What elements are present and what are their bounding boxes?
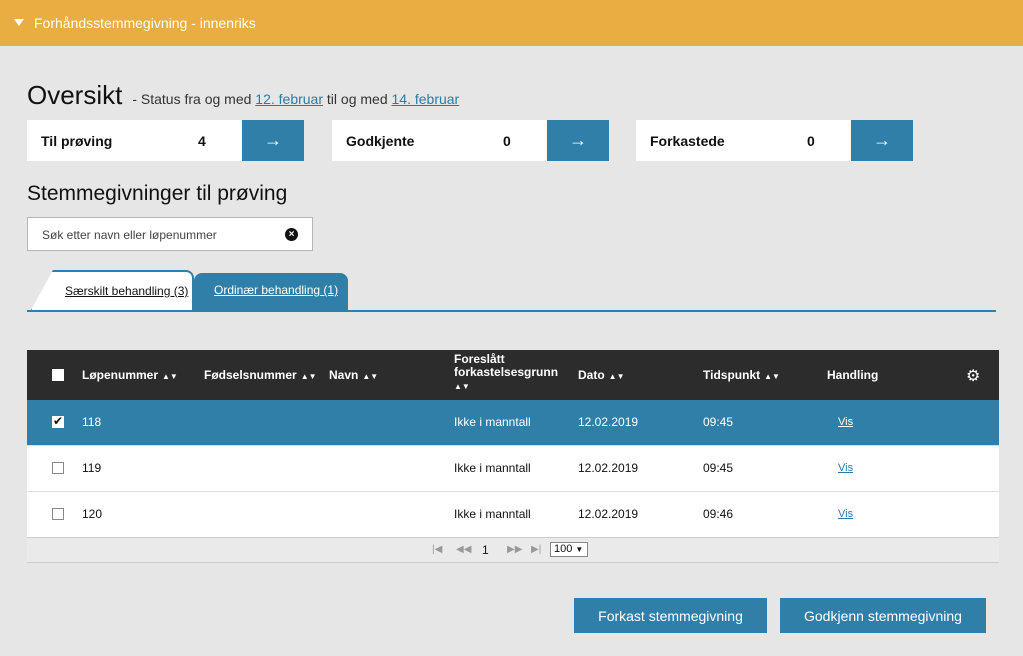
page-number[interactable]: 1: [482, 543, 489, 557]
overview-title-row: Oversikt - Status fra og med 12. februar…: [27, 80, 459, 111]
sort-icon: ▲▼: [608, 372, 625, 381]
col-navn[interactable]: Navn ▲▼: [329, 368, 378, 382]
arrow-right-icon[interactable]: →: [242, 120, 304, 161]
cell-dato: 12.02.2019: [578, 461, 639, 475]
date-from-link[interactable]: 12. februar: [255, 91, 323, 107]
section-header-title: Forhåndsstemmegivning - innenriks: [34, 15, 256, 31]
row-checkbox[interactable]: [52, 414, 64, 428]
page-title: Oversikt: [27, 80, 123, 110]
approve-button[interactable]: Godkjenn stemmegivning: [780, 598, 986, 633]
vis-link[interactable]: Vis: [838, 462, 853, 474]
vis-link[interactable]: Vis: [838, 416, 853, 428]
arrow-right-icon[interactable]: →: [547, 120, 609, 161]
select-all-checkbox[interactable]: [52, 369, 64, 381]
last-page-icon[interactable]: ▶|: [531, 544, 541, 555]
vis-link[interactable]: Vis: [838, 508, 853, 520]
card-count: 4: [198, 132, 206, 149]
sort-icon: ▲▼: [454, 382, 470, 391]
card-godkjente: Godkjente 0 →: [332, 120, 609, 161]
row-checkbox[interactable]: [52, 462, 64, 474]
cell-grunn: Ikke i manntall: [454, 507, 531, 521]
sort-icon: ▲▼: [162, 372, 178, 381]
section-title: Stemmegivninger til prøving: [27, 182, 288, 205]
first-page-icon[interactable]: |◀: [432, 544, 442, 555]
cell-lopenummer: 119: [82, 461, 102, 475]
row-checkbox[interactable]: [52, 508, 64, 520]
status-text: - Status fra og med 12. februar til og m…: [132, 91, 459, 107]
search-box: ×: [27, 217, 313, 251]
cell-dato: 12.02.2019: [578, 415, 639, 429]
cell-tid: 09:46: [703, 507, 734, 521]
table-row[interactable]: 118 Ikke i manntall 12.02.2019 09:45 Vis: [27, 400, 999, 446]
arrow-right-icon[interactable]: →: [851, 120, 913, 161]
status-prefix: - Status fra og med: [132, 91, 252, 107]
cell-grunn: Ikke i manntall: [454, 461, 531, 475]
col-handling: Handling: [827, 368, 879, 382]
card-count: 0: [807, 132, 815, 149]
card-label: Forkastede: [650, 132, 725, 149]
cell-dato: 12.02.2019: [578, 507, 639, 521]
col-tidspunkt[interactable]: Tidspunkt ▲▼: [703, 368, 780, 382]
page-size-select[interactable]: 100 ▼: [550, 542, 588, 557]
card-til-proving: Til prøving 4 →: [27, 120, 304, 161]
col-fodselsnummer[interactable]: Fødselsnummer ▲▼: [204, 368, 317, 382]
col-dato[interactable]: Dato ▲▼: [578, 368, 625, 382]
sort-icon: ▲▼: [362, 372, 379, 381]
card-label: Til prøving: [41, 132, 113, 149]
cell-lopenummer: 118: [82, 415, 102, 429]
tab-underline: [27, 310, 996, 312]
card-label: Godkjente: [346, 132, 415, 149]
search-input[interactable]: [40, 227, 274, 243]
gear-icon[interactable]: ⚙: [966, 366, 980, 386]
chevron-down-icon: ▼: [575, 545, 584, 554]
pager: |◀ ◀◀ 1 ▶▶ ▶| 100 ▼: [27, 537, 999, 563]
cell-tid: 09:45: [703, 415, 734, 429]
date-to-link[interactable]: 14. februar: [392, 91, 460, 107]
col-lopenummer[interactable]: Løpenummer ▲▼: [82, 368, 178, 382]
clear-search-icon[interactable]: ×: [285, 228, 298, 241]
status-mid: til og med: [326, 91, 388, 107]
next-page-icon[interactable]: ▶▶: [507, 544, 522, 555]
section-header[interactable]: Forhåndsstemmegivning - innenriks: [0, 0, 1023, 46]
sort-icon: ▲▼: [764, 372, 780, 381]
cell-tid: 09:45: [703, 461, 734, 475]
table-row[interactable]: 120 Ikke i manntall 12.02.2019 09:46 Vis: [27, 492, 999, 538]
tab-ordinaer-label[interactable]: Ordinær behandling (1): [214, 283, 338, 297]
prev-page-icon[interactable]: ◀◀: [456, 544, 471, 555]
sort-icon: ▲▼: [300, 372, 317, 381]
col-forkastelsesgrunn[interactable]: Foreslått forkastelsesgrunn ▲▼: [454, 353, 564, 393]
reject-button[interactable]: Forkast stemmegivning: [574, 598, 767, 633]
table-header: Løpenummer ▲▼ Fødselsnummer ▲▼ Navn ▲▼ Fore…: [27, 350, 999, 400]
triangle-down-icon: [14, 18, 24, 26]
cell-lopenummer: 120: [82, 507, 103, 521]
table-row[interactable]: 119 Ikke i manntall 12.02.2019 09:45 Vis: [27, 446, 999, 492]
cell-grunn: Ikke i manntall: [454, 415, 531, 429]
tab-saerskilt-label[interactable]: Særskilt behandling (3): [65, 284, 188, 298]
card-count: 0: [503, 132, 511, 149]
card-forkastede: Forkastede 0 →: [636, 120, 913, 161]
